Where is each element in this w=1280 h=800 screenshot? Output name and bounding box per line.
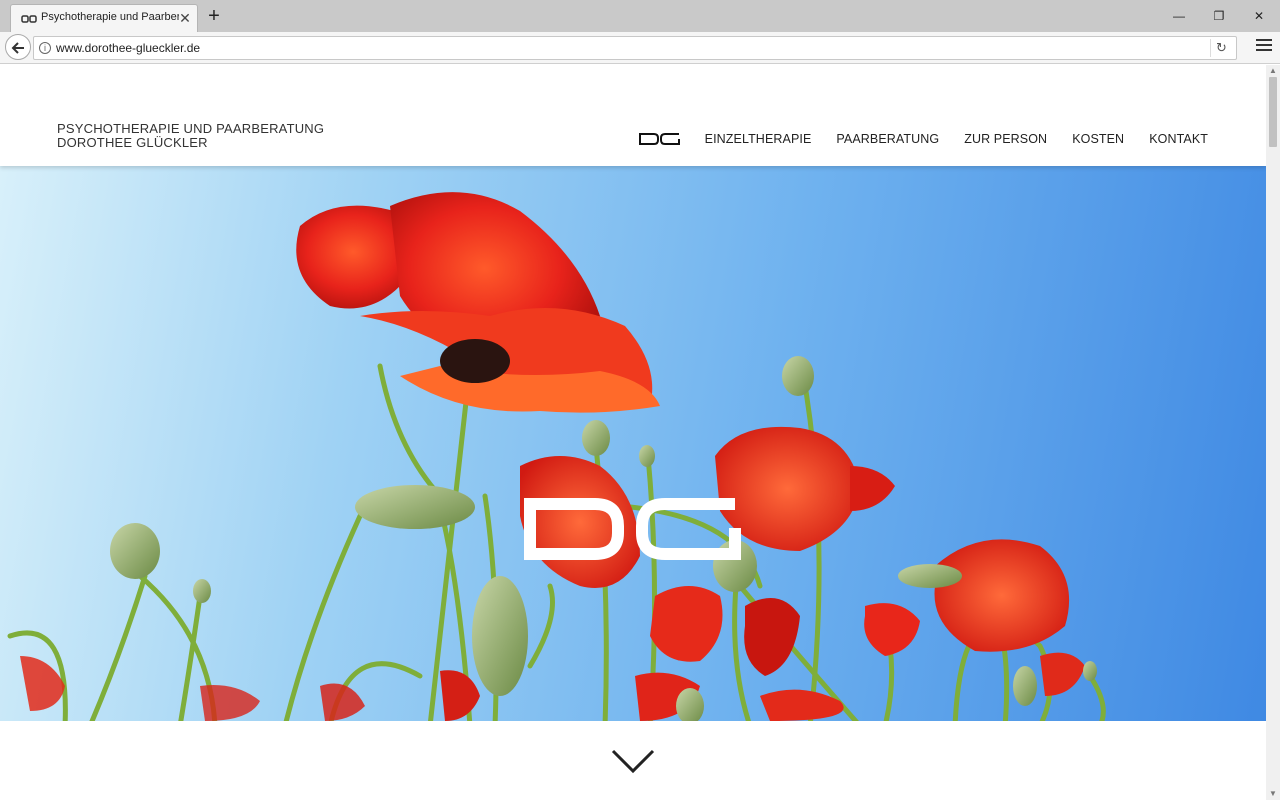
browser-tab[interactable]: Psychotherapie und Paarberatung ✕ [10,4,198,32]
poppy-large [296,192,660,413]
page-scrollbar[interactable]: ▲ ▼ [1266,65,1280,800]
hero-image [0,166,1266,721]
nav-einzeltherapie[interactable]: EINZELTHERAPIE [705,132,812,146]
nav-paarberatung[interactable]: PAARBERATUNG [836,132,939,146]
hamburger-menu-icon[interactable] [1256,39,1272,57]
page-viewport: PSYCHOTHERAPIE UND PAARBERATUNG DOROTHEE… [0,65,1266,800]
browser-navbar: i www.dorothee-glueckler.de ↻ [0,32,1280,64]
new-tab-icon[interactable]: + [204,6,224,26]
window-close-icon[interactable]: ✕ [1244,6,1274,26]
back-button[interactable] [5,34,31,60]
brand-line-2: DOROTHEE GLÜCKLER [57,135,208,150]
favicon-icon [21,15,37,23]
scroll-down-arrow-icon[interactable]: ▼ [1266,788,1280,800]
nav-zur-person[interactable]: ZUR PERSON [964,132,1047,146]
tab-close-icon[interactable]: ✕ [177,10,193,26]
poppy-right [715,426,895,551]
nav-kosten[interactable]: KOSTEN [1072,132,1124,146]
scroll-up-icon[interactable]: ▲ [1266,65,1280,77]
chevron-down-icon[interactable] [610,747,656,775]
browser-tabbar: Psychotherapie und Paarberatung ✕ + — ❐ … [0,0,1280,32]
nav-kontakt[interactable]: KONTAKT [1149,132,1208,146]
back-arrow-icon [11,42,24,54]
reload-icon[interactable]: ↻ [1210,39,1228,57]
brand-line-1: PSYCHOTHERAPIE UND PAARBERATUNG [57,121,325,136]
site-header: PSYCHOTHERAPIE UND PAARBERATUNG DOROTHEE… [0,65,1266,166]
restore-icon[interactable]: ❐ [1204,6,1234,26]
url-bar[interactable]: i www.dorothee-glueckler.de ↻ [33,36,1237,60]
poppy-field-illustration [7,192,1106,721]
brand-title[interactable]: PSYCHOTHERAPIE UND PAARBERATUNG DOROTHEE… [57,122,324,150]
tab-title: Psychotherapie und Paarberatung [41,11,179,23]
info-icon[interactable]: i [39,42,51,54]
dg-logo-icon[interactable] [638,133,681,145]
url-text[interactable]: www.dorothee-glueckler.de [56,41,200,55]
minimize-icon[interactable]: — [1164,6,1194,26]
scroll-thumb[interactable] [1269,77,1277,147]
main-nav: EINZELTHERAPIE PAARBERATUNG ZUR PERSON K… [638,132,1208,146]
